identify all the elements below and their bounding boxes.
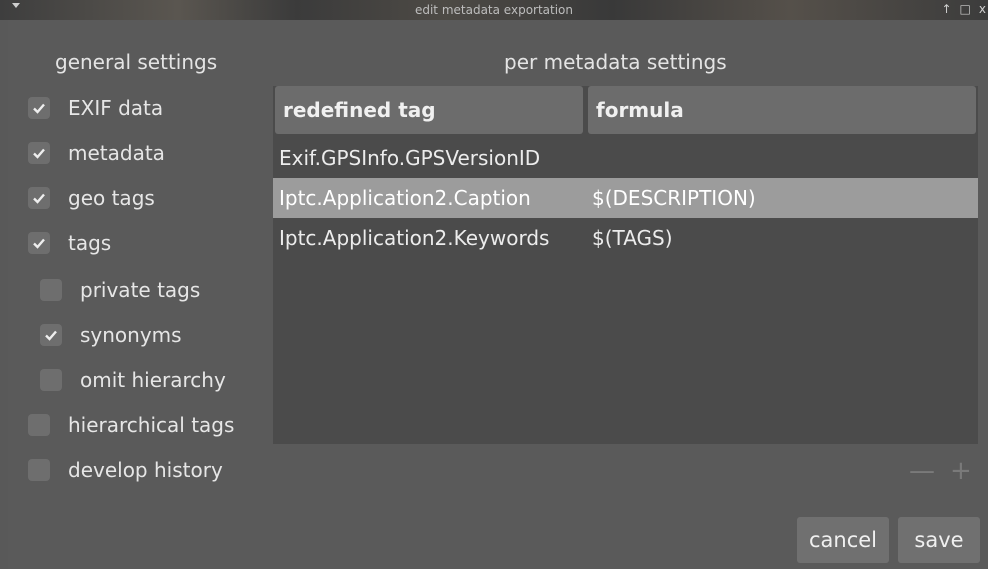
checkbox-geo-tags[interactable]: geo tags: [28, 186, 155, 210]
checkbox-box[interactable]: [28, 97, 50, 119]
cell-redefined-tag: Iptc.Application2.Keywords: [279, 226, 550, 250]
remove-row-button[interactable]: —: [909, 456, 935, 486]
per-metadata-settings-title: per metadata settings: [504, 50, 727, 74]
checkbox-label: tags: [68, 231, 112, 255]
checkbox-private-tags[interactable]: private tags: [40, 278, 200, 302]
keep-above-icon[interactable]: ↑: [941, 2, 951, 16]
cancel-button[interactable]: cancel: [797, 517, 889, 563]
checkbox-label: omit hierarchy: [80, 368, 226, 392]
checkbox-label: private tags: [80, 278, 201, 302]
metadata-table[interactable]: redefined tag formula Exif.GPSInfo.GPSVe…: [273, 86, 978, 444]
checkbox-label: geo tags: [68, 186, 155, 210]
window-titlebar[interactable]: edit metadata exportation ↑ □ x: [0, 0, 988, 20]
checkbox-develop-history[interactable]: develop history: [28, 458, 223, 482]
checkbox-label: EXIF data: [68, 96, 164, 120]
cell-redefined-tag: Exif.GPSInfo.GPSVersionID: [279, 146, 541, 170]
checkbox-box[interactable]: [40, 369, 62, 391]
checkbox-label: synonyms: [80, 323, 182, 347]
checkbox-synonyms[interactable]: synonyms: [40, 323, 182, 347]
table-row[interactable]: Exif.GPSInfo.GPSVersionID: [273, 138, 978, 178]
checkmark-icon: [45, 330, 57, 341]
checkbox-box[interactable]: [28, 459, 50, 481]
checkbox-label: develop history: [68, 458, 223, 482]
checkbox-label: metadata: [68, 141, 165, 165]
checkmark-icon: [33, 103, 45, 114]
checkbox-tags[interactable]: tags: [28, 231, 111, 255]
checkbox-box[interactable]: [40, 279, 62, 301]
save-button[interactable]: save: [898, 517, 980, 563]
checkbox-metadata[interactable]: metadata: [28, 141, 165, 165]
checkbox-box[interactable]: [28, 142, 50, 164]
edit-metadata-dialog: general settings EXIF data metadata geo …: [8, 20, 988, 569]
checkbox-box[interactable]: [40, 324, 62, 346]
maximize-icon[interactable]: □: [960, 2, 971, 16]
cell-redefined-tag: Iptc.Application2.Caption: [279, 186, 531, 210]
checkbox-label: hierarchical tags: [68, 413, 235, 437]
checkbox-omit-hierarchy[interactable]: omit hierarchy: [40, 368, 226, 392]
checkbox-box[interactable]: [28, 187, 50, 209]
checkbox-exif-data[interactable]: EXIF data: [28, 96, 163, 120]
checkmark-icon: [33, 238, 45, 249]
close-icon[interactable]: x: [979, 2, 986, 16]
checkmark-icon: [33, 148, 45, 159]
cell-formula[interactable]: $(TAGS): [592, 226, 673, 250]
column-header-formula[interactable]: formula: [588, 86, 976, 134]
window-title: edit metadata exportation: [414, 3, 574, 17]
checkmark-icon: [33, 193, 45, 204]
checkbox-hierarchical-tags[interactable]: hierarchical tags: [28, 413, 234, 437]
column-header-redefined-tag[interactable]: redefined tag: [275, 86, 583, 134]
table-row-selected[interactable]: Iptc.Application2.Caption $(DESCRIPTION): [273, 178, 978, 218]
add-row-button[interactable]: +: [950, 456, 972, 486]
checkbox-box[interactable]: [28, 414, 50, 436]
cell-formula[interactable]: $(DESCRIPTION): [592, 186, 756, 210]
window-controls: ↑ □ x: [941, 2, 986, 16]
table-row[interactable]: Iptc.Application2.Keywords $(TAGS): [273, 218, 978, 258]
general-settings-title: general settings: [55, 50, 218, 74]
checkbox-box[interactable]: [28, 232, 50, 254]
